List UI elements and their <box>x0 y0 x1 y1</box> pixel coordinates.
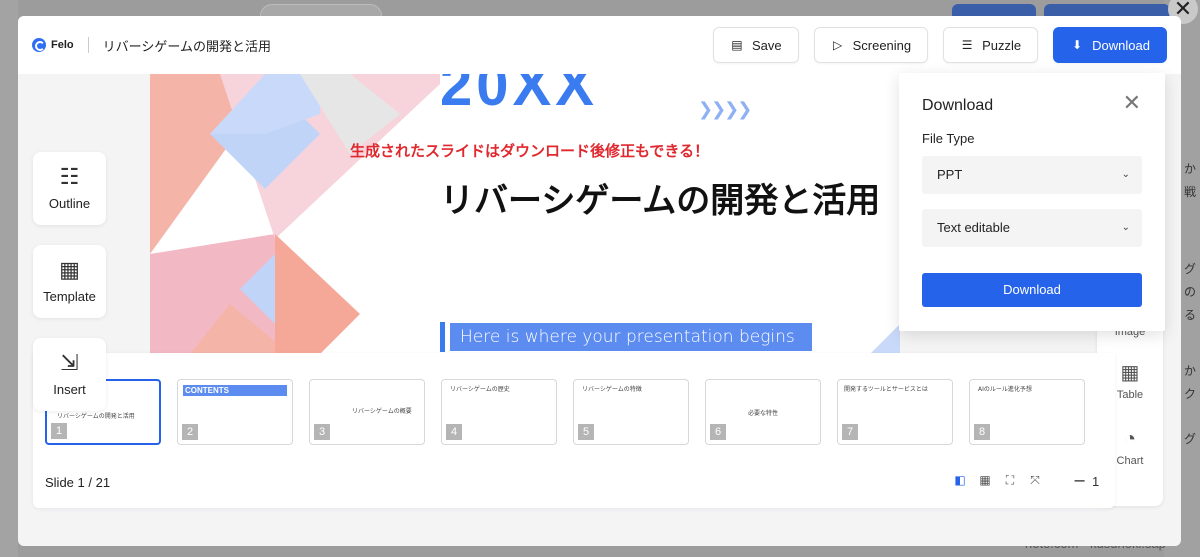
header-divider <box>87 37 89 53</box>
file-type-label: File Type <box>922 131 975 146</box>
thumbnail-number: 6 <box>710 424 726 440</box>
template-button[interactable]: ▦ Template <box>33 245 106 318</box>
thumbnail-number: 1 <box>51 423 67 439</box>
slide-counter: Slide 1 / 21 <box>45 475 110 490</box>
background-side-text: ク <box>1184 387 1197 401</box>
slide-thumbnail[interactable]: 必要な特性 6 <box>705 379 821 445</box>
table-tool-label: Table <box>1116 389 1144 401</box>
fit-screen-icon[interactable]: ⛶ <box>1003 473 1017 487</box>
slide-canvas[interactable]: 20XX ❯❯❯❯ 生成されたスライドはダウンロード後修正もできる！ リバーシゲ… <box>150 74 900 354</box>
play-icon: ▷ <box>832 38 843 52</box>
outline-icon: ☷ <box>59 164 80 189</box>
slide-thumbnail[interactable]: CONTENTS 2 <box>177 379 293 445</box>
puzzle-icon: ☰ <box>961 38 973 52</box>
file-type-select[interactable]: PPT ⌄ <box>922 156 1142 194</box>
thumbnail-list: リバーシゲームの開発と活用 1 CONTENTS 2 リバーシゲームの概要 3 … <box>45 379 1085 445</box>
save-button-label: Save <box>751 37 782 53</box>
template-icon: ▦ <box>59 257 80 282</box>
save-icon: ▤ <box>731 38 743 52</box>
chevron-down-icon: ⌄ <box>1121 169 1130 180</box>
background-side-text: グ <box>1184 432 1197 446</box>
thumbnail-number: 7 <box>842 424 858 440</box>
thumbnail-text: 開発するツールとサービスとは <box>844 386 928 393</box>
thumbnail-text: AIのルール進化予想 <box>978 386 1032 393</box>
thumbnail-text: CONTENTS <box>183 385 287 396</box>
puzzle-button-label: Puzzle <box>982 37 1022 53</box>
download-panel-close-button[interactable]: ✕ <box>1123 93 1141 115</box>
filmstrip-view-icon[interactable]: ◧ <box>953 473 967 487</box>
felo-logo-icon <box>32 38 46 52</box>
background-side-text: の <box>1184 285 1197 299</box>
download-button[interactable]: ⬇ Download <box>1053 27 1167 63</box>
thumbnail-number: 8 <box>974 424 990 440</box>
thumbnail-text: リバーシゲームの概要 <box>352 408 412 415</box>
edit-mode-select[interactable]: Text editable ⌄ <box>922 209 1142 247</box>
slide-thumbnail[interactable]: 開発するツールとサービスとは 7 <box>837 379 953 445</box>
document-title: リバーシゲームの開発と活用 <box>102 39 271 55</box>
template-button-label: Template <box>43 289 96 304</box>
thumbnail-text: リバーシゲームの歴史 <box>450 386 510 393</box>
header-actions: ▤ Save ▷ Screening ☰ Puzzle ⬇ Download <box>712 27 1167 63</box>
zoom-value: 1 <box>1092 474 1100 489</box>
close-icon: ✕ <box>1122 91 1141 116</box>
thumbnail-number: 3 <box>314 424 330 440</box>
brand-logo: Felo <box>32 38 74 52</box>
slide-thumbnail[interactable]: AIのルール進化予想 8 <box>969 379 1085 445</box>
download-icon: ⬇ <box>1072 38 1083 52</box>
thumbnail-number: 4 <box>446 424 462 440</box>
download-panel-title: Download <box>922 97 994 114</box>
background-side-text: グ <box>1184 262 1197 276</box>
insert-button[interactable]: ⇲ Insert <box>33 338 106 411</box>
background-side-text: か <box>1184 364 1197 378</box>
edit-mode-value: Text editable <box>937 220 1010 235</box>
modal-header: Felo リバーシゲームの開発と活用 ▤ Save ▷ Screening ☰ … <box>18 16 1181 74</box>
chart-tool-label: Chart <box>1116 455 1144 467</box>
save-button[interactable]: ▤ Save <box>712 27 799 63</box>
download-submit-button[interactable]: Download <box>922 273 1142 307</box>
view-mode-toggles: ◧ ▦ ⛶ ⤧ <box>953 473 1042 487</box>
deco-shape <box>870 324 900 354</box>
background-side-text: か <box>1184 162 1197 176</box>
download-panel: Download ✕ File Type PPT ⌄ Text editable… <box>899 73 1165 331</box>
brand-name: Felo <box>51 39 74 51</box>
slide-thumbnail[interactable]: リバーシゲームの歴史 4 <box>441 379 557 445</box>
screening-button[interactable]: ▷ Screening <box>813 27 929 63</box>
slide-counter-label: Slide <box>45 475 74 490</box>
background-side-text: る <box>1184 308 1197 322</box>
puzzle-button[interactable]: ☰ Puzzle <box>943 27 1039 63</box>
slide-thumbnail[interactable]: リバーシゲームの概要 3 <box>309 379 425 445</box>
slide-annotation: 生成されたスライドはダウンロード後修正もできる！ <box>350 142 710 160</box>
insert-button-label: Insert <box>53 382 86 397</box>
outline-button-label: Outline <box>48 196 91 211</box>
download-button-label: Download <box>1092 37 1150 53</box>
insert-icon: ⇲ <box>60 350 79 375</box>
thumbnail-text: リバーシゲームの開発と活用 <box>57 413 135 420</box>
zoom-out-button[interactable]: − <box>1073 471 1086 490</box>
slide-editor-modal: Felo リバーシゲームの開発と活用 ▤ Save ▷ Screening ☰ … <box>18 16 1181 546</box>
file-type-value: PPT <box>937 167 963 182</box>
chevron-down-icon: ⌄ <box>1121 222 1130 233</box>
thumbnail-text: 必要な特性 <box>748 410 779 417</box>
slide-chevrons-icon: ❯❯❯❯ <box>698 99 752 120</box>
slide-counter-value: 1 / 21 <box>77 475 111 490</box>
slide-year: 20XX <box>440 74 598 118</box>
screening-button-label: Screening <box>852 37 912 53</box>
thumbnail-number: 5 <box>578 424 594 440</box>
slide-thumbnail[interactable]: リバーシゲームの特徴 5 <box>573 379 689 445</box>
thumbnail-strip: リバーシゲームの開発と活用 1 CONTENTS 2 リバーシゲームの概要 3 … <box>33 353 1115 508</box>
slide-title: リバーシゲームの開発と活用 <box>440 181 881 221</box>
background-side-text: 戦 <box>1184 185 1197 199</box>
slide-subtitle: Here is where your presentation begins <box>450 323 812 351</box>
thumbnail-number: 2 <box>182 424 198 440</box>
thumbnail-text: リバーシゲームの特徴 <box>582 386 642 393</box>
outline-button[interactable]: ☷ Outline <box>33 152 106 225</box>
deco-shape <box>275 234 360 354</box>
subtitle-accent-bar <box>440 322 445 352</box>
grid-view-icon[interactable]: ▦ <box>978 473 992 487</box>
background-left-rail <box>0 0 18 557</box>
fullscreen-icon[interactable]: ⤧ <box>1028 473 1042 487</box>
